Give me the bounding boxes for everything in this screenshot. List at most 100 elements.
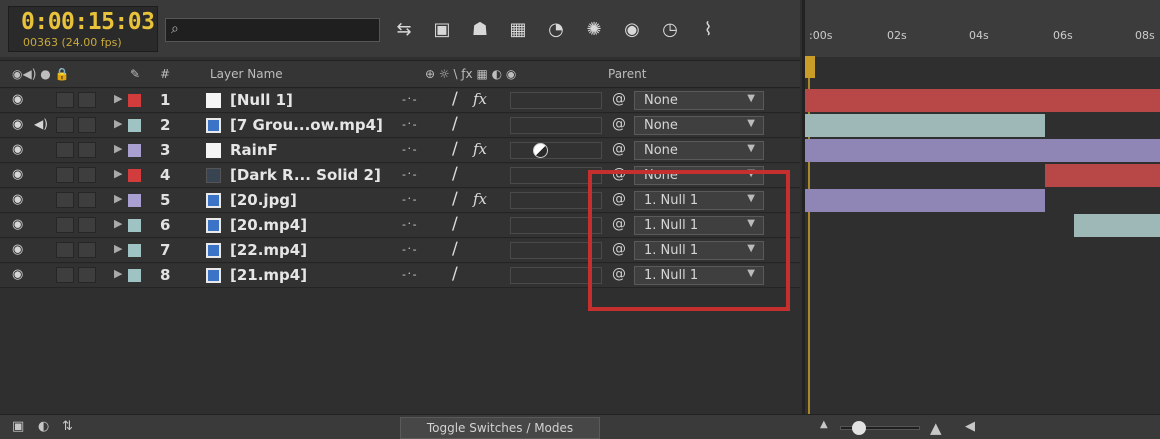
label-color-swatch[interactable] [128, 169, 141, 182]
layer-row[interactable]: ◉ ▶ 1 [Null 1] -᛫- ∕ fx @ None ▼ [0, 89, 800, 113]
audio-icon[interactable]: ◀) [34, 117, 48, 131]
stopwatch-icon[interactable]: ◷ [658, 17, 682, 41]
label-header-icon[interactable]: ✎ [130, 67, 140, 81]
shy-switch-icon[interactable]: -᛫- [402, 93, 417, 106]
effect-switch-icon[interactable]: fx [473, 190, 487, 208]
shy-switch-icon[interactable]: -᛫- [402, 143, 417, 156]
quality-switch-icon[interactable]: ∕ [452, 89, 458, 109]
motion-blur-icon[interactable]: ◔ [544, 17, 568, 41]
eye-icon[interactable]: ◉ [12, 92, 23, 107]
shy-switch-icon[interactable]: -᛫- [402, 168, 417, 181]
expand-triangle-icon[interactable]: ▶ [114, 242, 122, 255]
lock-switch[interactable] [78, 117, 96, 133]
expand-triangle-icon[interactable]: ▶ [114, 142, 122, 155]
layer-duration-bar[interactable] [805, 139, 1160, 162]
quality-switch-icon[interactable]: ∕ [452, 239, 458, 259]
quality-switch-icon[interactable]: ∕ [452, 264, 458, 284]
shy-layers-icon[interactable]: ☗ [468, 17, 492, 41]
brainstorm-icon[interactable]: ✺ [582, 17, 606, 41]
quality-switch-icon[interactable]: ∕ [452, 139, 458, 159]
expand-triangle-icon[interactable]: ▶ [114, 92, 122, 105]
lock-switch[interactable] [78, 242, 96, 258]
layer-search-input[interactable]: ⌕ [165, 18, 380, 42]
parent-pickwhip-icon[interactable]: @ [612, 116, 626, 132]
layer-duration-bar[interactable] [805, 114, 1045, 137]
layer-duration-bar[interactable] [805, 189, 1045, 212]
layer-row[interactable]: ◉ ◀) ▶ 2 [7 Grou...ow.mp4] -᛫- ∕ @ None ▼ [0, 114, 800, 138]
av-features-header-icon[interactable]: ◉◀) ● 🔒 [12, 67, 69, 81]
solo-switch[interactable] [56, 267, 74, 283]
shy-switch-icon[interactable]: -᛫- [402, 193, 417, 206]
layer-name[interactable]: [Null 1] [230, 91, 293, 109]
layer-name[interactable]: [7 Grou...ow.mp4] [230, 116, 383, 134]
label-color-swatch[interactable] [128, 219, 141, 232]
lock-switch[interactable] [78, 267, 96, 283]
cti-handle[interactable] [805, 56, 815, 78]
in-out-toggle-icon[interactable]: ⇅ [62, 419, 73, 434]
label-color-swatch[interactable] [128, 269, 141, 282]
label-color-swatch[interactable] [128, 144, 141, 157]
quality-switch-icon[interactable]: ∕ [452, 189, 458, 209]
layer-name[interactable]: [22.mp4] [230, 241, 307, 259]
timeline-track-area[interactable] [802, 57, 1160, 414]
lock-switch[interactable] [78, 192, 96, 208]
layer-duration-bar[interactable] [1044, 164, 1160, 187]
expand-triangle-icon[interactable]: ▶ [114, 192, 122, 205]
parent-dropdown[interactable]: None ▼ [634, 141, 764, 160]
toggle-switches-modes-button[interactable]: Toggle Switches / Modes [400, 417, 600, 439]
layer-name-header[interactable]: Layer Name [210, 67, 283, 81]
expand-triangle-icon[interactable]: ▶ [114, 167, 122, 180]
mini-flowchart-icon[interactable]: ⇆ [392, 17, 416, 41]
draft-3d-icon[interactable]: ▣ [430, 17, 454, 41]
lock-switch[interactable] [78, 92, 96, 108]
graph-editor-icon[interactable]: ⌇ [696, 17, 720, 41]
effect-switch-icon[interactable]: fx [473, 140, 487, 158]
layer-name[interactable]: [20.mp4] [230, 216, 307, 234]
label-color-swatch[interactable] [128, 119, 141, 132]
eye-icon[interactable]: ◉ [12, 117, 23, 132]
solo-switch[interactable] [56, 192, 74, 208]
layer-name[interactable]: [Dark R... Solid 2] [230, 166, 381, 184]
frame-blending-icon[interactable]: ▦ [506, 17, 530, 41]
shy-switch-icon[interactable]: -᛫- [402, 218, 417, 231]
layer-name[interactable]: [20.jpg] [230, 191, 297, 209]
solo-switch[interactable] [56, 217, 74, 233]
quality-switch-icon[interactable]: ∕ [452, 164, 458, 184]
layer-row[interactable]: ◉ ▶ 3 RainF -᛫- ∕ fx @ None ▼ [0, 139, 800, 163]
scroll-left-icon[interactable]: ◀ [965, 419, 975, 434]
solo-switch[interactable] [56, 92, 74, 108]
label-color-swatch[interactable] [128, 244, 141, 257]
shy-switch-icon[interactable]: -᛫- [402, 118, 417, 131]
lock-switch[interactable] [78, 217, 96, 233]
lock-switch[interactable] [78, 167, 96, 183]
eye-icon[interactable]: ◉ [12, 267, 23, 282]
expand-triangle-icon[interactable]: ▶ [114, 267, 122, 280]
shy-switch-icon[interactable]: -᛫- [402, 243, 417, 256]
eye-icon[interactable]: ◉ [12, 242, 23, 257]
parent-dropdown[interactable]: None ▼ [634, 91, 764, 110]
adjustment-layer-icon[interactable] [533, 143, 548, 158]
parent-dropdown[interactable]: None ▼ [634, 116, 764, 135]
shy-switch-icon[interactable]: -᛫- [402, 268, 417, 281]
auto-keyframe-icon[interactable]: ◉ [620, 17, 644, 41]
layer-duration-bar[interactable] [805, 89, 1160, 112]
lock-switch[interactable] [78, 142, 96, 158]
quality-switch-icon[interactable]: ∕ [452, 114, 458, 134]
layer-name[interactable]: RainF [230, 141, 278, 159]
layer-duration-bar[interactable] [1073, 214, 1160, 237]
zoom-slider-thumb[interactable] [852, 421, 866, 435]
eye-icon[interactable]: ◉ [12, 217, 23, 232]
eye-icon[interactable]: ◉ [12, 192, 23, 207]
layer-switches-toggle-icon[interactable]: ▣ [12, 419, 24, 434]
parent-pickwhip-icon[interactable]: @ [612, 91, 626, 107]
current-time-display[interactable]: 0:00:15:03 00363 (24.00 fps) [8, 6, 158, 52]
expand-triangle-icon[interactable]: ▶ [114, 217, 122, 230]
zoom-out-icon[interactable]: ▲ [820, 419, 828, 430]
parent-pickwhip-icon[interactable]: @ [612, 141, 626, 157]
solo-switch[interactable] [56, 142, 74, 158]
time-ruler[interactable]: :00s 02s 04s 06s 08s [802, 0, 1160, 57]
eye-icon[interactable]: ◉ [12, 167, 23, 182]
label-color-swatch[interactable] [128, 194, 141, 207]
eye-icon[interactable]: ◉ [12, 142, 23, 157]
quality-switch-icon[interactable]: ∕ [452, 214, 458, 234]
